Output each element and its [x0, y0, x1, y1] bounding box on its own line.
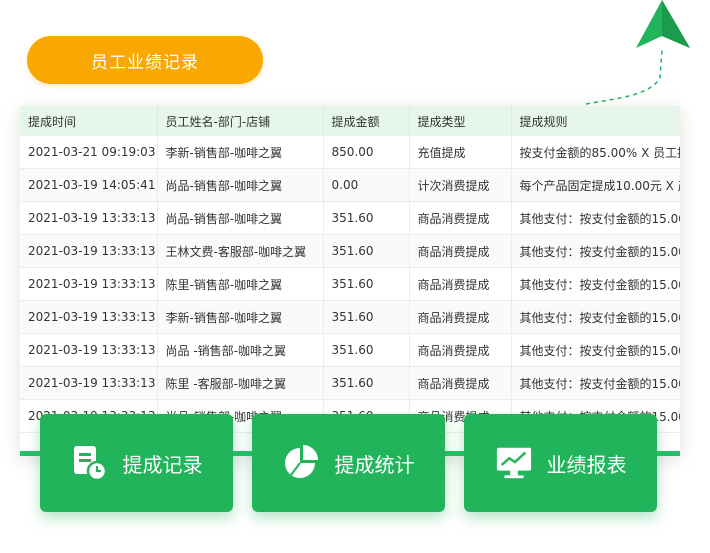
- cell-rule: 其他支付：按支付金额的15.00: [511, 234, 680, 268]
- cell-amount: 351.60: [323, 201, 410, 235]
- cell-type: 计次消费提成: [409, 168, 512, 202]
- commission-stats-button[interactable]: 提成统计: [252, 414, 445, 512]
- cell-rule: 每个产品固定提成10.00元 X 产: [511, 168, 680, 202]
- performance-report-button[interactable]: 业绩报表: [464, 414, 657, 512]
- pie-chart-icon: [283, 444, 321, 482]
- table-row[interactable]: 2021-03-21 09:19:03 李新-销售部-咖啡之翼 850.00 充…: [20, 136, 680, 169]
- monitor-chart-icon: [495, 444, 533, 482]
- cell-time: 2021-03-19 13:33:13: [20, 234, 158, 268]
- cell-employee: 尚品 -销售部-咖啡之翼: [157, 333, 324, 367]
- commission-records-button[interactable]: 提成记录: [40, 414, 233, 512]
- page-badge: 员工业绩记录: [27, 36, 263, 84]
- performance-report-label: 业绩报表: [546, 452, 627, 477]
- cell-rule: 其他支付：按支付金额的15.00: [511, 366, 680, 400]
- cell-employee: 王林文费-客服部-咖啡之翼: [157, 234, 324, 268]
- table-row[interactable]: 2021-03-19 13:33:13 尚品 -销售部-咖啡之翼 351.60 …: [20, 333, 680, 367]
- cell-amount: 850.00: [323, 136, 410, 169]
- column-header[interactable]: 提成类型: [409, 106, 512, 136]
- cell-employee: 陈里-销售部-咖啡之翼: [157, 267, 324, 301]
- table-row[interactable]: 2021-03-19 13:33:13 李新-销售部-咖啡之翼 351.60 商…: [20, 300, 680, 334]
- cell-type: 充值提成: [409, 136, 512, 169]
- cell-time: 2021-03-19 13:33:13: [20, 300, 158, 334]
- cell-rule: 其他支付：按支付金额的15.00: [511, 333, 680, 367]
- cell-time: 2021-03-19 14:05:41: [20, 168, 158, 202]
- column-header[interactable]: 员工姓名-部门-店铺: [157, 106, 324, 136]
- cell-time: 2021-03-19 13:33:13: [20, 333, 158, 367]
- cell-type: 商品消费提成: [409, 267, 512, 301]
- cell-amount: 351.60: [323, 300, 410, 334]
- cell-employee: 李新-销售部-咖啡之翼: [157, 300, 324, 334]
- cell-amount: 351.60: [323, 267, 410, 301]
- cell-rule: 其他支付：按支付金额的15.00: [511, 201, 680, 235]
- cell-employee: 尚品-销售部-咖啡之翼: [157, 201, 324, 235]
- commission-table: 提成时间 员工姓名-部门-店铺 提成金额 提成类型 提成规则 2021-03-2…: [20, 106, 680, 433]
- cell-type: 商品消费提成: [409, 300, 512, 334]
- table-row[interactable]: 2021-03-19 14:05:41 尚品-销售部-咖啡之翼 0.00 计次消…: [20, 168, 680, 202]
- table-row[interactable]: 2021-03-19 13:33:13 陈里-销售部-咖啡之翼 351.60 商…: [20, 267, 680, 301]
- cell-type: 商品消费提成: [409, 366, 512, 400]
- cell-time: 2021-03-21 09:19:03: [20, 136, 158, 169]
- cell-employee: 尚品-销售部-咖啡之翼: [157, 168, 324, 202]
- commission-records-label: 提成记录: [122, 452, 203, 477]
- cell-type: 商品消费提成: [409, 201, 512, 235]
- column-header[interactable]: 提成时间: [20, 106, 158, 136]
- table-row[interactable]: 2021-03-19 13:33:13 王林文费-客服部-咖啡之翼 351.60…: [20, 234, 680, 268]
- cell-rule: 其他支付：按支付金额的15.00: [511, 267, 680, 301]
- cell-amount: 0.00: [323, 168, 410, 202]
- commission-table-card: 提成时间 员工姓名-部门-店铺 提成金额 提成类型 提成规则 2021-03-2…: [20, 106, 680, 456]
- cell-employee: 陈里 -客服部-咖啡之翼: [157, 366, 324, 400]
- table-row[interactable]: 2021-03-19 13:33:13 尚品-销售部-咖啡之翼 351.60 商…: [20, 201, 680, 235]
- cell-amount: 351.60: [323, 366, 410, 400]
- cell-amount: 351.60: [323, 234, 410, 268]
- cell-time: 2021-03-19 13:33:13: [20, 366, 158, 400]
- cell-time: 2021-03-19 13:33:13: [20, 201, 158, 235]
- commission-stats-label: 提成统计: [334, 452, 415, 477]
- document-clock-icon: [71, 444, 109, 482]
- paper-plane-arrow-icon: [585, 0, 690, 105]
- cell-rule: 按支付金额的85.00% X 员工提: [511, 136, 680, 169]
- cell-type: 商品消费提成: [409, 234, 512, 268]
- cell-time: 2021-03-19 13:33:13: [20, 267, 158, 301]
- column-header[interactable]: 提成规则: [511, 106, 680, 136]
- page-badge-label: 员工业绩记录: [91, 52, 199, 73]
- table-row[interactable]: 2021-03-19 13:33:13 陈里 -客服部-咖啡之翼 351.60 …: [20, 366, 680, 400]
- cell-amount: 351.60: [323, 333, 410, 367]
- table-header-row: 提成时间 员工姓名-部门-店铺 提成金额 提成类型 提成规则: [20, 106, 680, 136]
- cell-type: 商品消费提成: [409, 333, 512, 367]
- cell-employee: 李新-销售部-咖啡之翼: [157, 136, 324, 169]
- column-header[interactable]: 提成金额: [323, 106, 410, 136]
- cell-rule: 其他支付：按支付金额的15.00: [511, 300, 680, 334]
